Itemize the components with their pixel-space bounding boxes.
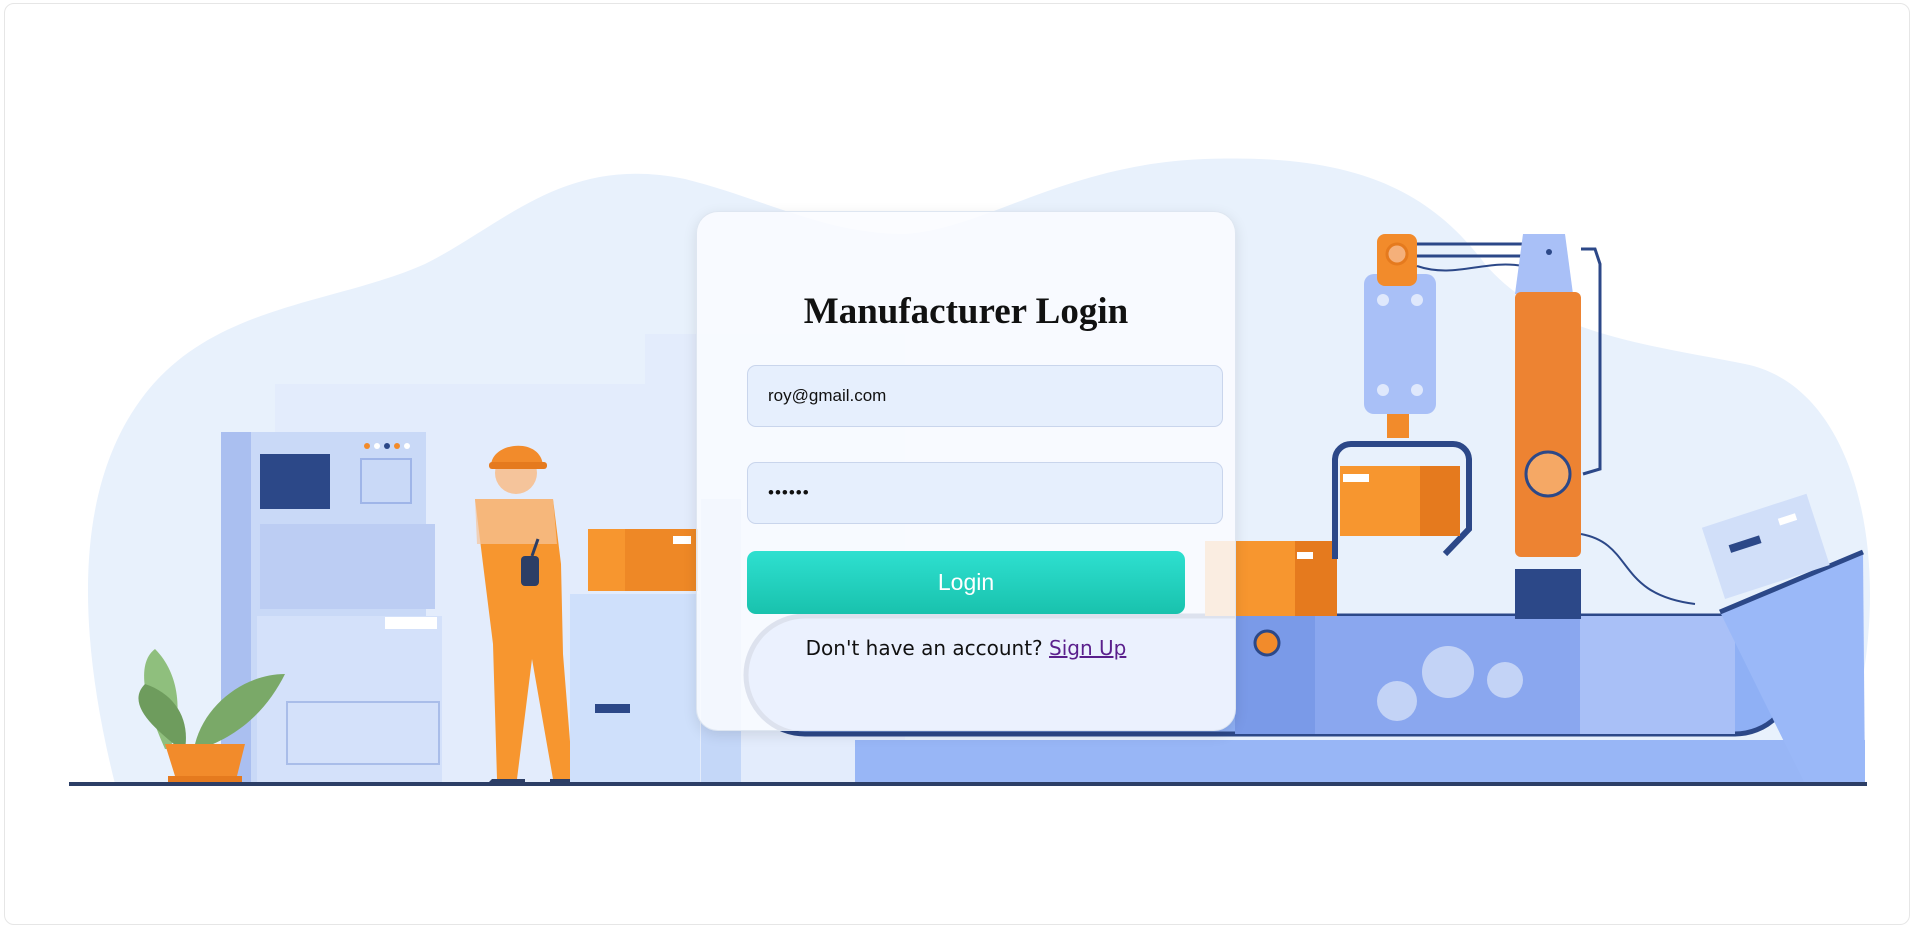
- login-card: Manufacturer Login Login Don't have an a…: [696, 211, 1236, 731]
- signup-prompt-line: Don't have an account? Sign Up: [697, 636, 1235, 660]
- control-machine: [221, 432, 442, 782]
- signup-link[interactable]: Sign Up: [1049, 636, 1126, 660]
- password-field[interactable]: [747, 462, 1223, 524]
- email-field[interactable]: [747, 365, 1223, 427]
- login-title: Manufacturer Login: [803, 291, 1129, 332]
- page-frame: Manufacturer Login Login Don't have an a…: [4, 3, 1910, 925]
- signup-prompt-text: Don't have an account?: [805, 636, 1043, 660]
- login-button[interactable]: Login: [747, 551, 1185, 614]
